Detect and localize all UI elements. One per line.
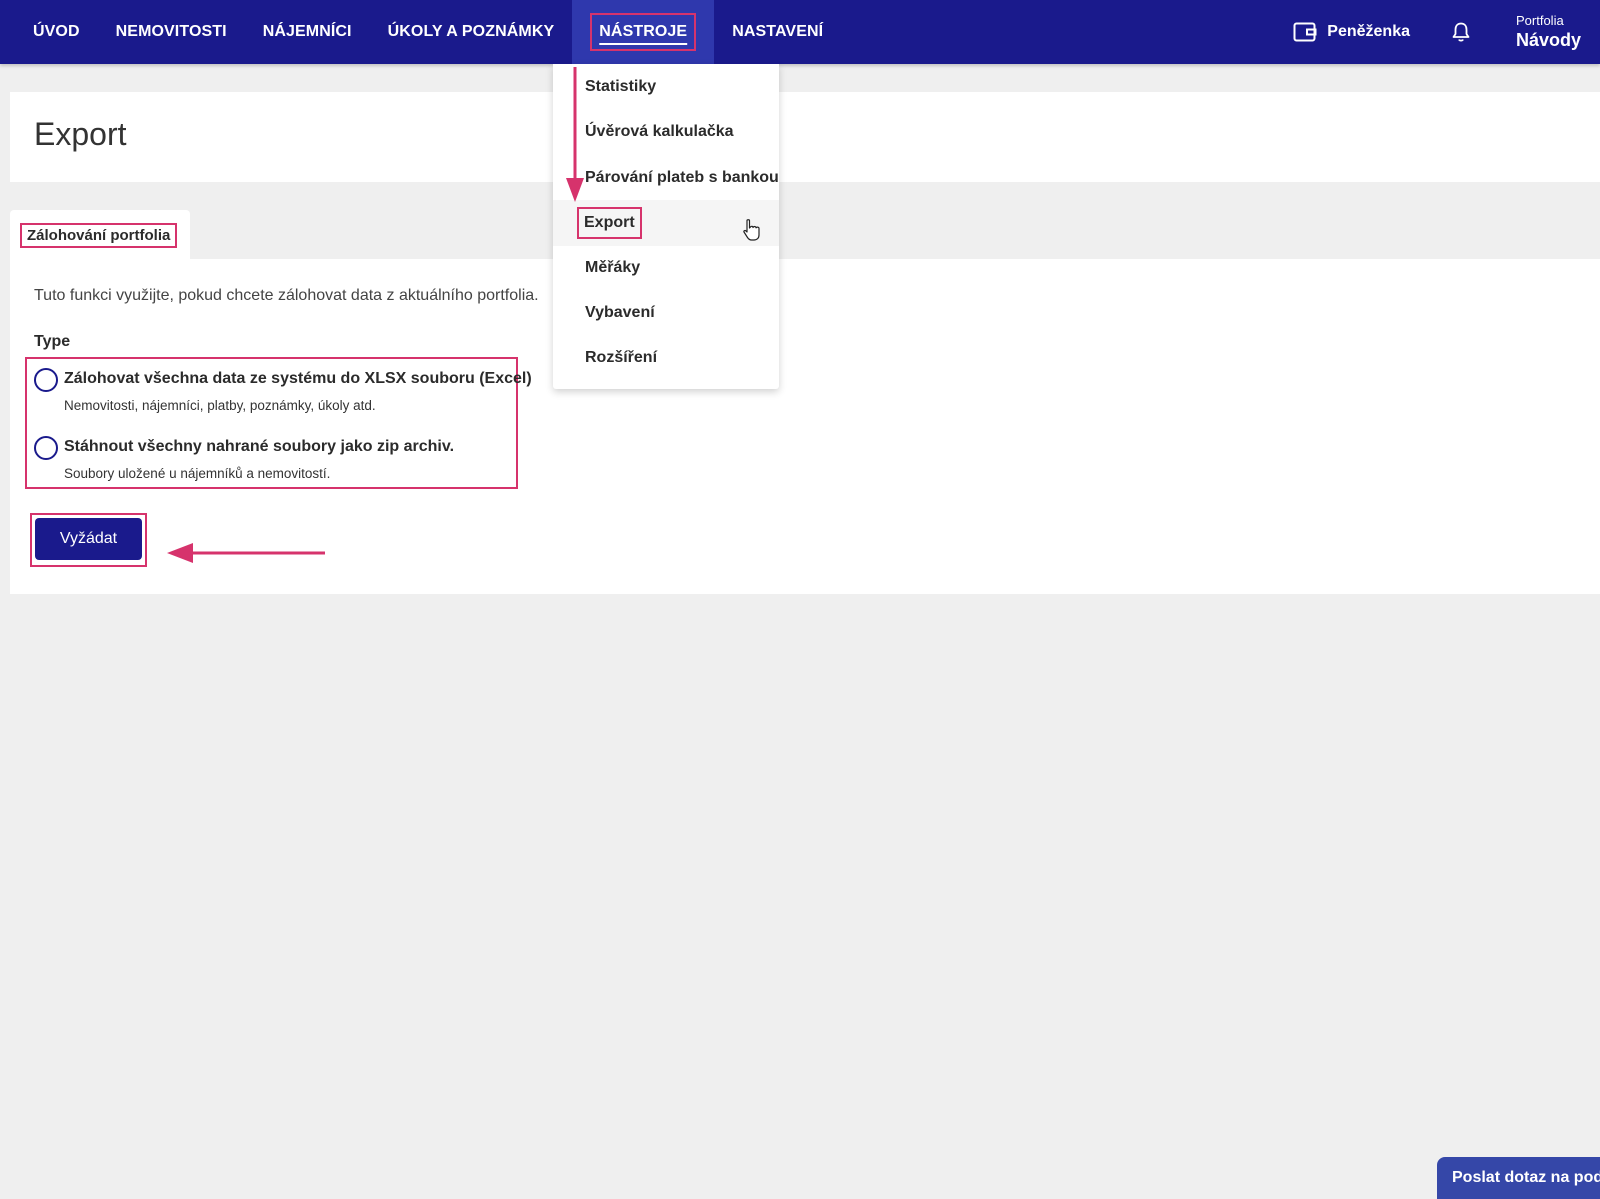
nav-item-ukoly[interactable]: ÚKOLY A POZNÁMKY bbox=[370, 0, 573, 64]
description-text: Tuto funkci využijte, pokud chcete záloh… bbox=[34, 287, 539, 304]
nav-item-uvod[interactable]: ÚVOD bbox=[0, 0, 98, 64]
wallet-link[interactable]: Peněženka bbox=[1293, 21, 1410, 43]
radio-button[interactable] bbox=[34, 368, 58, 392]
option-subtitle: Nemovitosti, nájemníci, platby, poznámky… bbox=[64, 398, 376, 413]
notifications-button[interactable] bbox=[1450, 21, 1472, 43]
nav-item-najemnici[interactable]: NÁJEMNÍCI bbox=[245, 0, 370, 64]
support-button[interactable]: Poslat dotaz na podporu bbox=[1437, 1157, 1600, 1199]
submit-request-button[interactable]: Vyžádat bbox=[35, 518, 142, 560]
nav-item-nastaveni[interactable]: NASTAVENÍ bbox=[714, 0, 841, 64]
portfolio-switcher[interactable]: Portfolia Návody bbox=[1516, 13, 1600, 51]
nav-item-nastroje-label: NÁSTROJE bbox=[599, 23, 688, 40]
option-title: Zálohovat všechna data ze systému do XLS… bbox=[64, 370, 532, 387]
bell-icon bbox=[1452, 22, 1470, 42]
tools-dropdown-menu: Statistiky Úvěrová kalkulačka Párování p… bbox=[553, 64, 779, 389]
portfolio-name: Návody bbox=[1516, 30, 1582, 50]
menu-item-rozsireni[interactable]: Rozšíření bbox=[553, 335, 779, 381]
nav-item-nemovitosti[interactable]: NEMOVITOSTI bbox=[98, 0, 245, 64]
menu-item-statistiky[interactable]: Statistiky bbox=[553, 64, 779, 110]
wallet-icon bbox=[1293, 22, 1317, 42]
page-title: Export bbox=[34, 116, 127, 152]
menu-item-uverova-kalkulacka[interactable]: Úvěrová kalkulačka bbox=[553, 109, 779, 155]
menu-item-export[interactable]: Export bbox=[553, 200, 779, 246]
wallet-label: Peněženka bbox=[1327, 23, 1410, 40]
portfolio-caption: Portfolia bbox=[1516, 13, 1564, 28]
menu-item-vybaveni[interactable]: Vybavení bbox=[553, 290, 779, 336]
type-label: Type bbox=[34, 333, 71, 350]
menu-item-parovani-plateb[interactable]: Párování plateb s bankou bbox=[553, 155, 779, 201]
tab-label: Zálohování portfolia bbox=[20, 223, 178, 248]
main-nav: ÚVOD NEMOVITOSTI NÁJEMNÍCI ÚKOLY A POZNÁ… bbox=[0, 0, 841, 64]
highlight-frame: NÁSTROJE bbox=[590, 13, 697, 51]
nav-right-group: Peněženka Portfolia Návody bbox=[1293, 0, 1600, 64]
menu-item-meraky[interactable]: Měřáky bbox=[553, 245, 779, 291]
highlight-frame: Vyžádat bbox=[30, 513, 147, 567]
highlight-frame: Export bbox=[577, 207, 642, 239]
page-header: Export bbox=[10, 92, 1600, 182]
radio-button[interactable] bbox=[34, 436, 58, 460]
option-subtitle: Soubory uložené u nájemníků a nemovitost… bbox=[64, 466, 331, 481]
export-panel: Tuto funkci využijte, pokud chcete záloh… bbox=[10, 259, 1600, 594]
option-title: Stáhnout všechny nahrané soubory jako zi… bbox=[64, 438, 455, 455]
export-type-options: Zálohovat všechna data ze systému do XLS… bbox=[25, 357, 532, 489]
nav-item-nastroje[interactable]: NÁSTROJE bbox=[572, 0, 715, 64]
tab-zalohovani-portfolia[interactable]: Zálohování portfolia bbox=[10, 210, 190, 260]
top-nav-bar: ÚVOD NEMOVITOSTI NÁJEMNÍCI ÚKOLY A POZNÁ… bbox=[0, 0, 1600, 64]
